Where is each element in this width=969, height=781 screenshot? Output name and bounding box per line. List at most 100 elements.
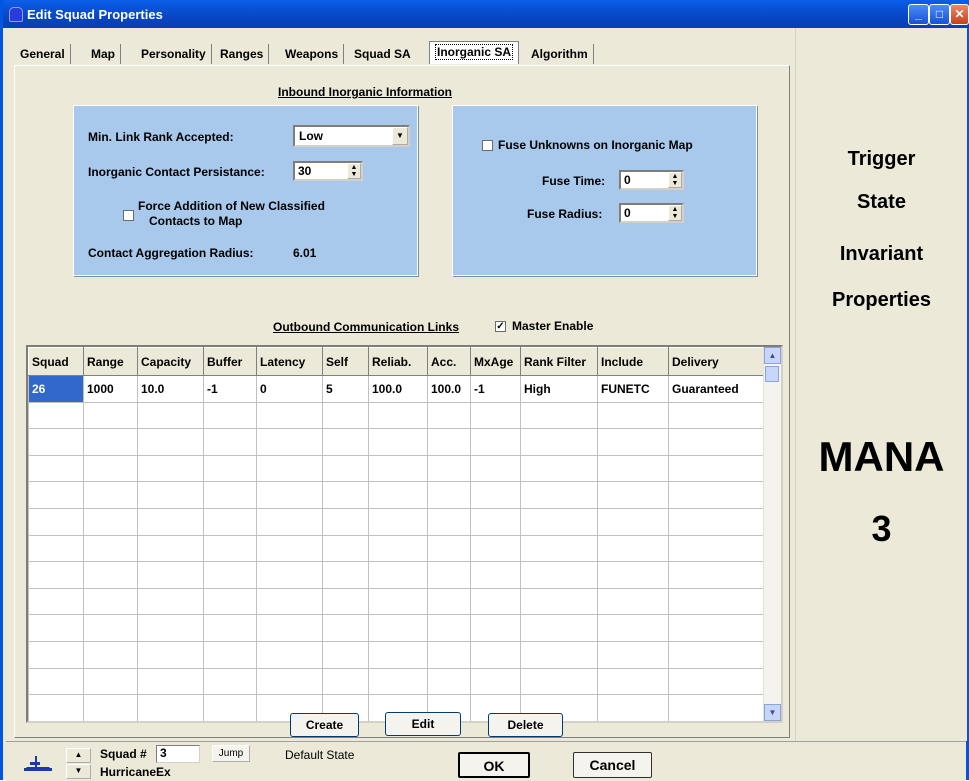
table-cell[interactable] <box>668 614 766 642</box>
table-cell[interactable] <box>470 614 521 642</box>
table-row[interactable] <box>28 667 766 696</box>
table-cell[interactable] <box>597 667 669 696</box>
table-row[interactable] <box>28 587 766 616</box>
table-cell[interactable] <box>83 401 138 430</box>
table-cell[interactable] <box>28 614 84 642</box>
table-cell[interactable] <box>668 507 766 536</box>
table-cell[interactable] <box>470 507 521 536</box>
table-cell[interactable] <box>256 401 323 430</box>
squad-prev-button[interactable]: ▲ <box>66 748 91 763</box>
table-cell[interactable] <box>368 561 428 589</box>
table-row[interactable] <box>28 454 766 483</box>
column-header[interactable]: Include <box>597 347 669 376</box>
column-header[interactable]: Acc. <box>427 347 471 376</box>
table-cell[interactable] <box>427 401 471 430</box>
table-cell[interactable] <box>322 401 369 430</box>
table-cell[interactable] <box>137 694 204 721</box>
column-header[interactable]: MxAge <box>470 347 521 376</box>
vertical-scrollbar[interactable]: ▲ ▼ <box>763 347 781 721</box>
tab-algorithm[interactable]: Algorithm <box>526 44 594 64</box>
cancel-button[interactable]: Cancel <box>573 752 652 778</box>
edit-button[interactable]: Edit <box>385 712 461 736</box>
delete-button[interactable]: Delete <box>488 713 563 737</box>
table-cell[interactable]: 100.0 <box>427 375 471 403</box>
table-cell[interactable] <box>137 587 204 616</box>
table-cell[interactable] <box>322 534 369 563</box>
master-enable-checkbox[interactable]: ✓ <box>495 321 506 332</box>
table-row[interactable]: 26 1000 10.0 -1 0 5 100.0 100.0 -1 High … <box>28 375 766 403</box>
table-cell[interactable] <box>83 561 138 589</box>
table-cell[interactable] <box>28 587 84 616</box>
table-cell[interactable] <box>427 534 471 563</box>
table-cell[interactable] <box>668 401 766 430</box>
table-cell[interactable] <box>520 454 598 483</box>
table-cell[interactable] <box>597 507 669 536</box>
table-cell[interactable] <box>520 401 598 430</box>
table-cell[interactable] <box>427 587 471 616</box>
column-header[interactable]: Squad <box>28 347 84 376</box>
table-cell[interactable] <box>203 454 257 483</box>
table-cell[interactable] <box>668 667 766 696</box>
table-cell[interactable] <box>256 614 323 642</box>
table-cell[interactable] <box>368 428 428 456</box>
table-cell[interactable] <box>520 614 598 642</box>
table-cell[interactable] <box>470 667 521 696</box>
table-cell[interactable] <box>256 481 323 509</box>
table-cell[interactable] <box>368 640 428 669</box>
table-cell[interactable] <box>668 640 766 669</box>
column-header[interactable]: Latency <box>256 347 323 376</box>
table-cell[interactable] <box>322 667 369 696</box>
table-cell[interactable] <box>470 640 521 669</box>
scroll-down-icon[interactable]: ▼ <box>764 704 781 721</box>
table-cell[interactable] <box>470 428 521 456</box>
table-cell[interactable] <box>368 401 428 430</box>
fuse-radius-spinner[interactable]: 0 ▲ ▼ <box>619 203 684 223</box>
table-cell[interactable] <box>668 587 766 616</box>
table-cell[interactable]: -1 <box>203 375 257 403</box>
column-header[interactable]: Capacity <box>137 347 204 376</box>
table-cell[interactable] <box>137 481 204 509</box>
table-cell[interactable] <box>83 640 138 669</box>
table-cell[interactable] <box>520 587 598 616</box>
table-cell[interactable] <box>28 640 84 669</box>
fuse-time-spinner[interactable]: 0 ▲ ▼ <box>619 170 684 190</box>
table-cell[interactable] <box>256 428 323 456</box>
scroll-thumb[interactable] <box>765 366 779 382</box>
table-cell[interactable] <box>520 428 598 456</box>
force-addition-checkbox[interactable] <box>123 210 134 221</box>
table-cell[interactable] <box>28 428 84 456</box>
squad-next-button[interactable]: ▼ <box>66 764 91 779</box>
table-cell[interactable] <box>322 614 369 642</box>
table-cell[interactable] <box>597 481 669 509</box>
column-header[interactable]: Reliab. <box>368 347 428 376</box>
table-cell[interactable] <box>322 507 369 536</box>
table-cell[interactable] <box>137 507 204 536</box>
chevron-down-icon[interactable]: ▼ <box>392 127 408 145</box>
table-cell[interactable] <box>137 428 204 456</box>
table-cell[interactable] <box>470 481 521 509</box>
min-link-rank-select[interactable]: Low ▼ <box>293 125 410 147</box>
table-cell[interactable] <box>83 534 138 563</box>
table-cell[interactable] <box>28 694 84 721</box>
ok-button[interactable]: OK <box>458 752 530 778</box>
table-cell[interactable] <box>256 507 323 536</box>
spin-updown-icon[interactable]: ▲ ▼ <box>668 205 682 221</box>
table-cell[interactable] <box>203 667 257 696</box>
table-cell[interactable] <box>28 534 84 563</box>
table-row[interactable] <box>28 640 766 669</box>
tab-inorganic-sa[interactable]: Inorganic SA <box>429 41 520 64</box>
table-cell[interactable] <box>83 694 138 721</box>
table-cell[interactable] <box>597 401 669 430</box>
table-row[interactable] <box>28 507 766 536</box>
table-cell[interactable] <box>83 667 138 696</box>
close-button[interactable]: ✕ <box>950 4 969 25</box>
column-header[interactable]: Self <box>322 347 369 376</box>
table-cell[interactable] <box>427 428 471 456</box>
table-cell[interactable] <box>28 454 84 483</box>
table-cell[interactable]: 100.0 <box>368 375 428 403</box>
table-cell[interactable] <box>668 534 766 563</box>
table-cell[interactable] <box>203 428 257 456</box>
table-cell[interactable] <box>597 694 669 721</box>
table-cell[interactable] <box>368 454 428 483</box>
table-cell[interactable] <box>203 614 257 642</box>
